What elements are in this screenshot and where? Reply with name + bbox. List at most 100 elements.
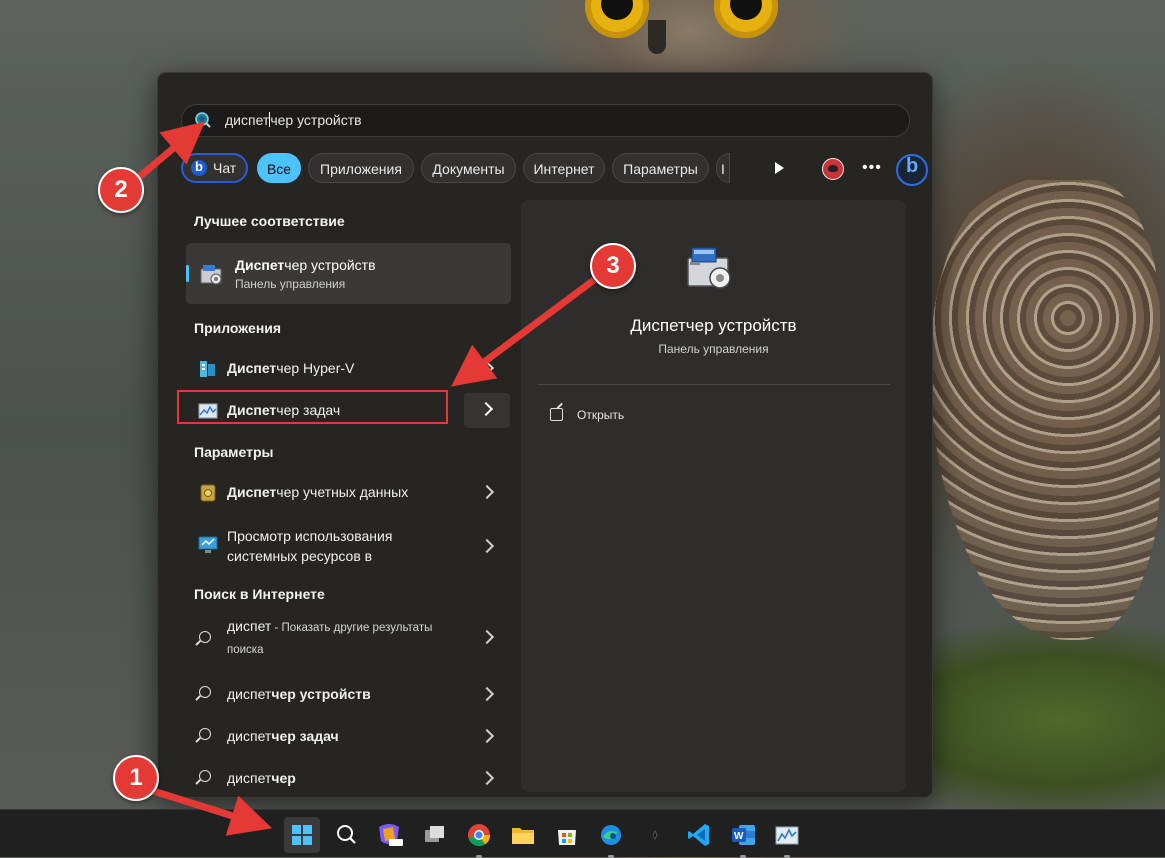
chevron-right-icon[interactable] <box>479 360 495 376</box>
web-item-device-manager[interactable]: диспетчер устройств <box>186 675 511 713</box>
copilot-pre-icon <box>379 824 403 846</box>
device-manager-icon <box>200 265 222 285</box>
more-options-icon[interactable]: ••• <box>862 159 882 177</box>
task-manager-taskbar-button[interactable] <box>769 817 805 858</box>
search-typed: диспет <box>225 112 270 128</box>
filter-more-cut[interactable]: I <box>716 153 730 183</box>
chevron-right-icon[interactable] <box>479 686 495 702</box>
start-button[interactable] <box>284 817 320 853</box>
resource-usage-label: Просмотр использования системных ресурсов… <box>227 526 447 566</box>
task-manager-expand-button[interactable] <box>464 393 510 428</box>
details-pane: Диспетчер устройств Панель управления От… <box>521 200 906 792</box>
details-divider <box>537 384 890 385</box>
annotation-highlight-task-manager <box>177 390 448 424</box>
hyperv-label-rest: чер Hyper-V <box>276 360 355 376</box>
web-bold-3: чер <box>271 770 296 786</box>
annotation-badge-1: 1 <box>113 755 159 801</box>
bing-icon[interactable] <box>896 154 928 186</box>
filter-apps-label: Приложения <box>320 161 402 177</box>
chrome-button[interactable] <box>461 817 497 858</box>
task-view-button[interactable] <box>416 817 452 853</box>
filter-cut-label: I <box>721 161 725 177</box>
chevron-right-icon[interactable] <box>479 728 495 744</box>
web-item-show-more-label: диспет - Показать другие результаты поиск… <box>227 616 477 660</box>
open-external-icon[interactable] <box>550 408 563 421</box>
chevron-right-icon[interactable] <box>479 484 495 500</box>
search-icon <box>337 825 356 844</box>
hyperv-icon <box>200 361 215 377</box>
best-match-subtitle: Панель управления <box>235 277 346 291</box>
filter-apps[interactable]: Приложения <box>308 153 414 183</box>
word-button[interactable]: W <box>725 817 761 858</box>
task-view-icon <box>425 826 444 842</box>
section-apps: Приложения <box>194 320 282 336</box>
device-manager-large-icon <box>687 247 731 289</box>
web-more-suffix: - Показать другие результаты <box>271 622 433 634</box>
credential-manager-label-rest: чер учетных данных <box>276 484 409 500</box>
play-icon[interactable] <box>775 162 784 174</box>
best-match-item[interactable]: Диспетчер устройств Панель управления <box>186 243 511 304</box>
web-query: диспет <box>227 618 272 634</box>
web-item-show-more[interactable]: диспет - Показать другие результаты поиск… <box>186 614 511 658</box>
web-plain-3: диспет <box>227 770 272 786</box>
settings-item-resource-usage[interactable]: Просмотр использования системных ресурсов… <box>186 523 511 567</box>
best-match-title: Диспетчер устройств <box>235 257 376 273</box>
credential-manager-label-bold: Диспет <box>227 484 277 500</box>
copilot-button[interactable] <box>371 817 407 853</box>
microsoft-store-icon <box>558 830 576 845</box>
filter-internet-label: Интернет <box>533 161 595 177</box>
filter-all-label: Все <box>266 161 292 177</box>
web-bold-2: чер задач <box>271 728 339 744</box>
file-explorer-button[interactable] <box>505 817 541 853</box>
filter-settings[interactable]: Параметры <box>612 153 709 183</box>
vscode-button[interactable] <box>681 817 717 853</box>
word-icon: W <box>732 825 755 845</box>
web-item-task-manager[interactable]: диспетчер задач <box>186 717 511 755</box>
selection-indicator <box>186 265 189 282</box>
settings-item-credential-manager[interactable]: Диспетчер учетных данных <box>186 473 511 511</box>
web-item-dispatcher[interactable]: диспетчер <box>186 759 511 797</box>
filter-settings-label: Параметры <box>623 161 698 177</box>
web-item-dispatcher-label: диспетчер <box>227 770 296 786</box>
taskbar-search-button[interactable] <box>328 817 364 853</box>
open-action[interactable]: Открыть <box>577 408 624 422</box>
search-filter-bar: Чат Все Приложения Документы Интернет Па… <box>181 153 928 186</box>
chevron-right-icon[interactable] <box>479 629 495 645</box>
unknown-app-icon <box>652 829 658 841</box>
details-title: Диспетчер устройств <box>630 316 797 335</box>
search-icon <box>195 112 211 128</box>
chevron-right-icon <box>478 401 494 417</box>
search-icon <box>199 728 211 740</box>
web-item-device-manager-label: диспетчер устройств <box>227 686 371 702</box>
unknown-app-button[interactable] <box>637 817 673 853</box>
taskbar: W <box>0 809 1165 858</box>
resource-monitor-icon <box>198 536 218 553</box>
owl-beak <box>648 20 666 54</box>
web-item-task-manager-label: диспетчер задач <box>227 728 339 744</box>
vscode-icon <box>688 824 709 846</box>
edge-button[interactable] <box>593 817 629 858</box>
app-item-hyperv-label: Диспетчер Hyper-V <box>227 360 354 376</box>
app-item-hyperv[interactable]: Диспетчер Hyper-V <box>186 349 511 387</box>
bing-chat-icon <box>191 154 207 180</box>
user-avatar[interactable] <box>822 158 844 180</box>
filter-chat[interactable]: Чат <box>181 153 248 183</box>
credential-manager-icon <box>200 484 216 502</box>
owl-eye-left <box>585 0 649 38</box>
filter-internet[interactable]: Интернет <box>523 153 605 183</box>
search-input[interactable]: диспетчер устройств <box>181 104 910 137</box>
web-plain-1: диспет <box>227 686 272 702</box>
store-button[interactable] <box>549 817 585 853</box>
chrome-icon <box>468 824 491 847</box>
filter-all[interactable]: Все <box>257 153 301 183</box>
search-autocomplete: чер устройств <box>270 112 362 128</box>
filter-documents[interactable]: Документы <box>421 153 516 183</box>
details-subtitle: Панель управления <box>658 342 769 356</box>
filter-documents-label: Документы <box>432 161 505 177</box>
annotation-badge-3: 3 <box>590 243 636 289</box>
resource-usage-line1: Просмотр использования <box>227 528 393 544</box>
chevron-right-icon[interactable] <box>479 538 495 554</box>
chevron-right-icon[interactable] <box>479 770 495 786</box>
file-explorer-icon <box>512 828 534 844</box>
best-match-title-bold: Диспет <box>235 257 285 273</box>
